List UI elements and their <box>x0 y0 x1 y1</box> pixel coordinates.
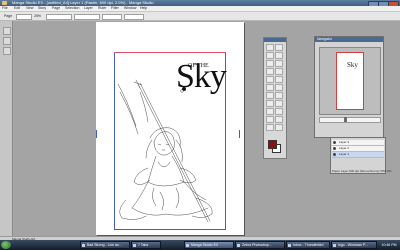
app-icon <box>186 244 189 247</box>
navigator-thumb-logo: Sky <box>347 61 358 69</box>
taskbar-item-label: 7 Tabs <box>138 243 149 247</box>
options-bar: Page 25% <box>0 12 400 21</box>
logo-subtitle: OF THE <box>188 63 209 69</box>
foreground-color-swatch[interactable] <box>268 140 277 149</box>
taskbar-item-label: Manga Studio EX <box>191 243 219 247</box>
option-field-4[interactable] <box>124 14 144 20</box>
fill-tool-icon[interactable] <box>275 84 283 91</box>
menu-layer[interactable]: Layer <box>84 6 93 11</box>
ruler-tool-icon[interactable] <box>275 108 283 115</box>
layer-name: Layer 3 <box>339 140 350 144</box>
layer-name: Layer 2 <box>339 146 350 150</box>
menu-file[interactable]: File <box>2 6 8 11</box>
line-art-drawing <box>117 79 213 223</box>
tool-icon[interactable] <box>3 37 11 45</box>
gradient-tool-icon[interactable] <box>266 92 274 99</box>
taskbar-item[interactable]: Inbox - Thunderbird <box>286 241 330 249</box>
taskbar-item[interactable]: Zebra Photoshop... <box>235 241 285 249</box>
navigator-viewport-rect[interactable]: Sky <box>336 52 364 110</box>
shape-tool-icon[interactable] <box>275 116 283 123</box>
navigator-zoom-slider[interactable] <box>319 117 381 123</box>
frame-tool-icon[interactable] <box>266 124 274 131</box>
pencil-tool-icon[interactable] <box>275 68 283 75</box>
layers-panel: Layer 3 Layer 2 Layer 1 Paper Layer 600 … <box>330 137 391 174</box>
menu-ruler[interactable]: Ruler <box>98 6 106 11</box>
text-tool-icon[interactable] <box>275 100 283 107</box>
left-tool-strip <box>0 21 13 240</box>
tone-tool-icon[interactable] <box>266 100 274 107</box>
zoom-label: 25% <box>34 14 42 18</box>
app-icon <box>2 1 7 5</box>
menu-story[interactable]: Story <box>38 6 46 11</box>
menu-window[interactable]: Window <box>124 6 136 11</box>
option-field-2[interactable] <box>74 14 100 20</box>
layer-row-selected[interactable]: Layer 1 <box>332 152 384 158</box>
system-clock[interactable]: 10:46 PM <box>378 241 400 249</box>
taskbar-item-label: Bad Strong - Live as... <box>87 243 122 247</box>
taskbar-item[interactable]: logo - Windows P... <box>331 241 377 249</box>
tool-icon[interactable] <box>3 47 11 55</box>
marker-tool-icon[interactable] <box>266 76 274 83</box>
tools-palette-header[interactable] <box>264 38 286 42</box>
navigator-preview[interactable]: Sky <box>319 47 381 115</box>
pen-tool-icon[interactable] <box>266 68 274 75</box>
taskbar: Bad Strong - Live as... 7 Tabs Manga Stu… <box>0 240 400 250</box>
menu-view[interactable]: View <box>26 6 34 11</box>
page-label: Page <box>4 14 13 18</box>
brush-tool-icon[interactable] <box>275 76 283 83</box>
hand-tool-icon[interactable] <box>275 44 283 51</box>
zoom-tool-icon[interactable] <box>266 52 274 59</box>
line-tool-icon[interactable] <box>266 116 274 123</box>
layer-name: Layer 1 <box>339 152 350 156</box>
app-icon <box>237 244 240 247</box>
taskbar-item[interactable]: Bad Strong - Live as... <box>80 241 130 249</box>
taskbar-item-label: Inbox - Thunderbird <box>293 243 324 247</box>
option-field-3[interactable] <box>102 14 122 20</box>
move-tool-icon[interactable] <box>266 44 274 51</box>
eyedropper-tool-icon[interactable] <box>275 124 283 131</box>
layer-info-text: Paper Layer 600 dpi (Monochrome) 50% 0% <box>332 169 392 173</box>
eye-icon[interactable] <box>333 147 336 150</box>
pattern-tool-icon[interactable] <box>275 92 283 99</box>
menu-filter[interactable]: Filter <box>111 6 119 11</box>
eraser-tool-icon[interactable] <box>266 84 274 91</box>
taskbar-item[interactable]: 7 Tabs <box>131 241 161 249</box>
app-icon <box>82 244 85 247</box>
app-icon <box>288 244 291 247</box>
navigator-title: Navigator <box>317 37 332 41</box>
page-select[interactable] <box>16 14 32 20</box>
app-icon <box>133 244 136 247</box>
navigator-panel: Navigator Sky <box>314 36 384 138</box>
start-button[interactable] <box>1 241 11 249</box>
eye-icon[interactable] <box>333 141 336 144</box>
balloon-tool-icon[interactable] <box>266 108 274 115</box>
taskbar-item-active[interactable]: Manga Studio EX <box>184 241 234 249</box>
option-field-1[interactable] <box>46 14 72 20</box>
taskbar-item-label: Zebra Photoshop... <box>242 243 272 247</box>
zoom-slider-handle[interactable] <box>344 117 347 122</box>
menu-selection[interactable]: Selection <box>65 6 79 11</box>
lasso-tool-icon[interactable] <box>266 60 274 67</box>
eye-icon[interactable] <box>333 153 336 156</box>
tool-icon[interactable] <box>3 27 11 35</box>
select-tool-icon[interactable] <box>275 52 283 59</box>
menu-edit[interactable]: Edit <box>14 6 20 11</box>
app-icon <box>333 244 336 247</box>
menu-page[interactable]: Page <box>52 6 60 11</box>
menu-help[interactable]: Help <box>140 6 147 11</box>
taskbar-item-label: logo - Windows P... <box>338 243 368 247</box>
navigator-header[interactable]: Navigator <box>315 37 383 42</box>
magic-wand-icon[interactable] <box>275 60 283 67</box>
